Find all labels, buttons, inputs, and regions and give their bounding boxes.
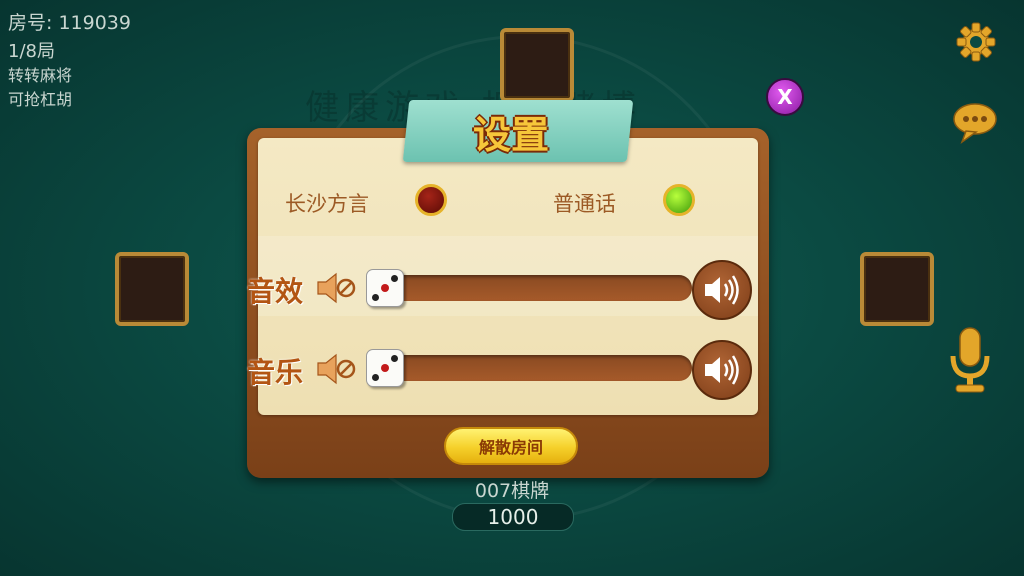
rule-rob-kong: 可抢杠胡 bbox=[8, 90, 73, 109]
gear-icon[interactable] bbox=[954, 20, 998, 68]
mandarin-radio[interactable] bbox=[663, 184, 695, 216]
sound-effects-slider-dice-icon[interactable] bbox=[366, 269, 404, 307]
chat-icon[interactable] bbox=[952, 100, 998, 148]
settings-title: 设置 bbox=[472, 113, 549, 157]
player-name: 007棋牌 bbox=[474, 480, 550, 502]
rule-game-type: 转转麻将 bbox=[8, 66, 73, 85]
dialect-option-label: 长沙方言 bbox=[285, 192, 369, 216]
speaker-icon bbox=[705, 275, 739, 305]
mandarin-option-label: 普通话 bbox=[553, 192, 616, 216]
sound-effects-max-button[interactable] bbox=[692, 260, 752, 320]
speaker-icon bbox=[705, 355, 739, 385]
room-number: 房号: 119039 bbox=[8, 12, 131, 34]
player-score: 1000 bbox=[452, 503, 574, 531]
music-label: 音乐 bbox=[247, 356, 304, 389]
round-counter: 1/8局 bbox=[8, 41, 55, 62]
mute-icon[interactable] bbox=[316, 271, 358, 309]
sound-effects-slider[interactable] bbox=[372, 275, 692, 301]
microphone-icon[interactable] bbox=[948, 326, 992, 400]
music-slider-dice-icon[interactable] bbox=[366, 349, 404, 387]
mute-icon[interactable] bbox=[316, 352, 358, 390]
dissolve-room-button[interactable]: 解散房间 bbox=[444, 427, 578, 465]
seat-right bbox=[860, 252, 934, 326]
dialect-radio[interactable] bbox=[415, 184, 447, 216]
seat-top bbox=[500, 28, 574, 102]
close-button[interactable]: X bbox=[766, 78, 804, 116]
seat-left bbox=[115, 252, 189, 326]
music-slider[interactable] bbox=[372, 355, 692, 381]
music-max-button[interactable] bbox=[692, 340, 752, 400]
sound-effects-label: 音效 bbox=[247, 275, 304, 308]
